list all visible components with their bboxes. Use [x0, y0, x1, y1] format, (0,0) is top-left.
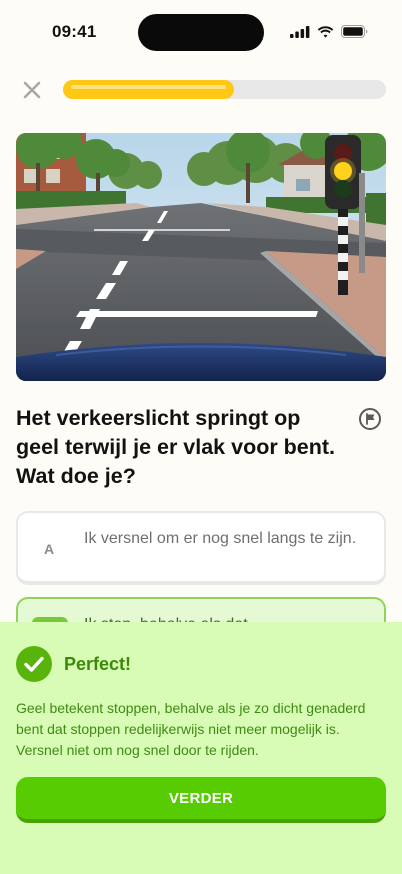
answer-option-a[interactable]: A Ik versnel om er nog snel langs te zij… [16, 511, 386, 585]
continue-button[interactable]: VERDER [16, 777, 386, 823]
check-icon [24, 656, 44, 672]
feedback-explanation: Geel betekent stoppen, behalve als je zo… [16, 700, 366, 758]
answer-text: Ik versnel om er nog snel langs te zijn. [84, 530, 357, 547]
battery-icon [341, 25, 368, 38]
feedback-panel: Perfect! Geel betekent stoppen, behalve … [0, 622, 402, 874]
answer-letter: A [44, 541, 55, 557]
progress-shine [71, 85, 227, 89]
status-time: 09:41 [52, 22, 97, 41]
status-icons [290, 25, 368, 38]
flag-icon [365, 413, 374, 425]
correct-check-badge [16, 646, 52, 682]
lesson-screen: 09:41 Het verkeerslicht springt op geel … [0, 0, 402, 874]
traffic-light-intersection-illustration [16, 133, 386, 381]
dynamic-island [138, 14, 264, 51]
lesson-progress-bar [63, 80, 386, 99]
lesson-progress-fill [63, 80, 235, 99]
report-flag-button[interactable] [359, 408, 381, 430]
cellular-signal-icon [290, 25, 310, 38]
wifi-icon [317, 25, 334, 38]
status-bar: 09:41 [0, 0, 402, 62]
question-illustration [16, 133, 386, 381]
close-icon [23, 81, 41, 99]
close-button[interactable] [18, 76, 46, 104]
question-text: Het verkeerslicht springt op geel terwij… [16, 406, 336, 488]
feedback-title: Perfect! [64, 654, 132, 674]
